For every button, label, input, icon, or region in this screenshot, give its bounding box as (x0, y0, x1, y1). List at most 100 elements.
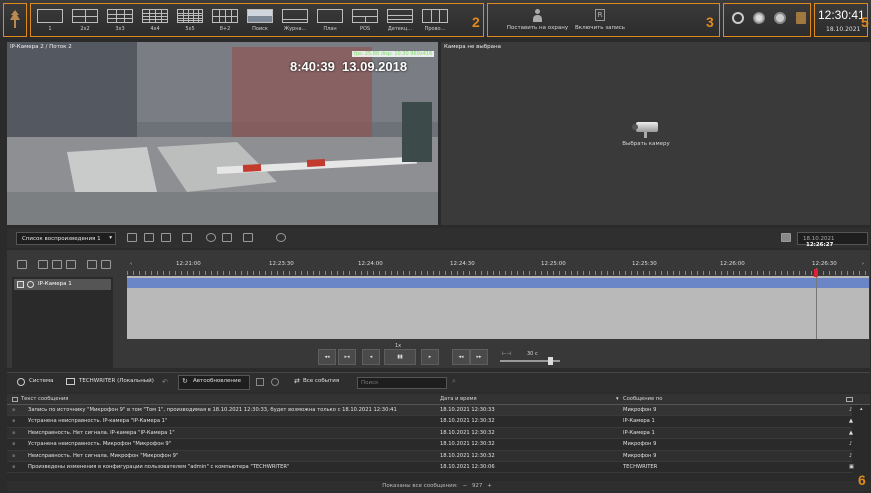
checkbox-icon[interactable] (17, 281, 24, 288)
playlist-dropdown[interactable]: Список воспроизведения 1 ▾ (16, 232, 116, 245)
frame-back-icon[interactable]: ▸◂ (338, 349, 356, 365)
clock-time: 12:30:41 (818, 8, 865, 22)
camera-1-timestamp: 8:40:39 13.09.2018 (290, 59, 408, 74)
disk-icon[interactable] (774, 12, 786, 24)
link-icon[interactable] (276, 233, 286, 242)
tracks-icon[interactable] (87, 260, 97, 269)
archive-icon[interactable] (182, 233, 192, 242)
prev-icon[interactable]: ◂ (362, 349, 380, 365)
events-scrollbar[interactable]: ▴ (859, 405, 868, 481)
tick-label: 12:23:30 (269, 261, 294, 267)
scroll-right-icon[interactable]: › (862, 261, 864, 267)
footer-label: Показаны все сообщения: (382, 483, 458, 489)
cinema-icon[interactable] (732, 12, 744, 24)
column-datetime[interactable]: Дата и время (440, 394, 477, 404)
layout-3x3-icon (107, 9, 133, 23)
event-type-icon: ▪ (12, 429, 16, 436)
sort-icon[interactable]: ▾ (616, 394, 619, 404)
table-row[interactable]: ▪ Произведены изменения в конфигурации п… (7, 462, 854, 474)
app-logo-icon[interactable] (8, 9, 22, 29)
microphone-icon: ♪ (849, 452, 853, 459)
rewind-icon[interactable]: ◂◂ (452, 349, 470, 365)
save-icon[interactable] (256, 378, 264, 386)
table-row[interactable]: ▪ Неисправность. Нет сигнала. Микрофон "… (7, 450, 853, 462)
arm-button[interactable]: Поставить на охрану (505, 9, 570, 35)
camera-status-icon (27, 281, 34, 288)
settings-icon[interactable] (271, 378, 279, 386)
delete-icon[interactable] (161, 233, 171, 242)
tab-techwriter[interactable]: TECHWRITER (Локальный) (79, 378, 154, 384)
column-text[interactable]: Текст сообщения (21, 394, 68, 404)
detection-layout-icon (387, 9, 413, 23)
speed-slider-handle[interactable] (548, 357, 553, 365)
search-icon[interactable]: ⌕ (452, 377, 456, 386)
undo-icon[interactable]: ↶ (162, 378, 168, 386)
camera-view-1[interactable]: IP-Камера 2 / Поток 2 fps: 25.88 disp: 1… (7, 42, 438, 225)
speed-slider[interactable] (500, 357, 560, 365)
layout-4x4-button[interactable]: 4x4 (140, 9, 170, 37)
clock-icon[interactable] (206, 233, 216, 242)
playhead-line[interactable] (816, 268, 817, 339)
speed-slider-label: 30 с (527, 351, 538, 357)
table-row[interactable]: ▪ Устранена неисправность. Микрофон "Мик… (7, 439, 852, 451)
filter-icon[interactable] (222, 233, 232, 242)
plan-layout-icon (317, 9, 343, 23)
page-prev-icon[interactable]: − (463, 483, 468, 489)
timeline-toolbar (14, 258, 114, 270)
cart-icon[interactable] (796, 12, 806, 24)
layout-1-button[interactable]: 1 (35, 9, 65, 37)
detection-layout-button[interactable]: Детекц... (385, 9, 415, 37)
top-toolbar: 1 2x2 3x3 4x4 5x5 8+2 Поиск Журна... Пла… (0, 0, 871, 40)
plan-layout-button[interactable]: План (315, 9, 345, 37)
table-row[interactable]: ▪ Неисправность. Нет сигнала. IP-камера … (7, 427, 853, 440)
tracks-split-icon[interactable] (101, 260, 111, 269)
collapse-icon[interactable] (66, 260, 76, 269)
tab-system[interactable]: Система (29, 378, 54, 384)
column-source[interactable]: Сообщение по (623, 394, 662, 404)
guide-layout-button[interactable]: Прово... (420, 9, 450, 37)
search-layout-button[interactable]: Поиск (245, 9, 275, 37)
export-icon[interactable] (127, 233, 137, 242)
computer-icon (66, 378, 75, 385)
chevron-down-icon: ▾ (109, 235, 112, 241)
network-icon[interactable] (753, 12, 765, 24)
filter-events-icon[interactable]: ⇄ (294, 377, 300, 385)
search-input[interactable] (357, 377, 447, 389)
calendar-icon[interactable] (781, 233, 791, 242)
list-icon[interactable] (38, 260, 48, 269)
playhead-marker[interactable] (814, 269, 818, 277)
layout-3x3-button[interactable]: 3x3 (105, 9, 135, 37)
record-button[interactable]: R Включить запись (570, 9, 630, 35)
footer-count: 927 (471, 483, 483, 489)
pos-layout-button[interactable]: POS (350, 9, 380, 37)
chart-icon[interactable] (243, 233, 253, 242)
table-row[interactable]: ▪ Запись по источнику "Микрофон 9" в том… (7, 405, 852, 417)
camera-view-2[interactable]: Камера не выбрана Выбрать камеру (441, 42, 870, 225)
snapshot-icon[interactable] (144, 233, 154, 242)
events-toolbar: Система TECHWRITER (Локальный) ↶ Автообн… (7, 372, 870, 392)
scroll-up-icon[interactable]: ▴ (860, 406, 863, 412)
refresh-icon: ↻ (182, 377, 188, 385)
expand-icon[interactable] (52, 260, 62, 269)
select-camera-button[interactable]: Выбрать камеру (616, 120, 676, 155)
event-type-icon: ▪ (12, 418, 16, 425)
table-row[interactable]: ▪ Устранена неисправность. IP-камера "IP… (7, 416, 853, 428)
fast-forward-icon[interactable]: ▸▸ (470, 349, 488, 365)
camera-list-item[interactable]: IP-Камера 1 (14, 279, 111, 290)
page-next-icon[interactable]: + (487, 483, 492, 489)
journal-layout-button[interactable]: Журна... (280, 9, 310, 37)
scroll-left-icon[interactable]: ‹ (130, 261, 132, 267)
datetime-field[interactable]: 18.10.2021 12:26:27 (797, 232, 868, 248)
check-all-icon[interactable] (17, 260, 27, 269)
clock-date: 18.10.2021 (826, 26, 861, 33)
timeline-track-area[interactable] (127, 268, 869, 339)
layout-5x5-button[interactable]: 5x5 (175, 9, 205, 37)
pause-button[interactable]: ▮▮ (384, 349, 416, 365)
layout-8plus2-button[interactable]: 8+2 (210, 9, 240, 37)
skip-back-icon[interactable]: ◂◂ (318, 349, 336, 365)
next-icon[interactable]: ▸ (421, 349, 439, 365)
all-events-button[interactable]: Все события (303, 378, 339, 384)
camera-row-icon: ▲ (849, 418, 853, 425)
layout-2x2-button[interactable]: 2x2 (70, 9, 100, 37)
table-header: Текст сообщения Дата и время ▾ Сообщение… (7, 394, 870, 405)
